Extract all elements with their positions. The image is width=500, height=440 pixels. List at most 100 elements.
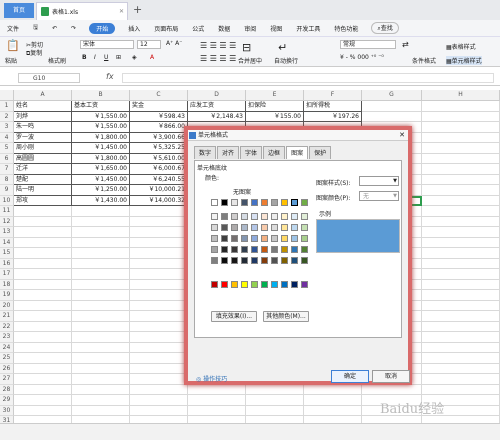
cell-c26[interactable] [130,363,188,374]
color-swatch[interactable] [281,246,288,253]
cell-f30[interactable] [304,405,362,416]
cell-c18[interactable] [130,279,188,290]
cell-h12[interactable] [422,216,500,227]
color-swatch[interactable] [281,224,288,231]
cell-b17[interactable] [72,269,130,280]
column-header-f[interactable]: F [304,90,362,101]
cell-e30[interactable] [246,405,304,416]
merge-center-button[interactable]: 合并居中 [238,56,262,65]
cell-c20[interactable] [130,300,188,311]
color-swatch[interactable] [301,257,308,264]
color-swatch[interactable] [251,224,258,231]
number-format-icons[interactable]: ¥ - % 000 ⁺⁰ ⁻⁰ [340,54,384,61]
cell-b2[interactable]: ￥1,550.00 [72,111,130,122]
color-swatch[interactable] [221,213,228,220]
number-format-select[interactable]: 常规 [340,40,396,49]
color-swatch[interactable] [301,199,308,206]
cell-c12[interactable] [130,216,188,227]
cell-a22[interactable] [14,321,72,332]
cell-a27[interactable] [14,374,72,385]
help-link[interactable]: ◎ 操作技巧 [196,374,227,383]
row-header[interactable]: 23 [0,332,14,343]
color-swatch[interactable] [211,257,218,264]
cell-b9[interactable]: ￥1,250.00 [72,185,130,196]
cell-a15[interactable] [14,248,72,259]
row-header[interactable]: 11 [0,206,14,217]
cell-b24[interactable] [72,342,130,353]
cell-a9[interactable]: 陆一明 [14,185,72,196]
column-header-c[interactable]: C [130,90,188,101]
cell-c28[interactable] [130,384,188,395]
cell-h25[interactable] [422,353,500,364]
cell-a16[interactable] [14,258,72,269]
column-header-h[interactable]: H [422,90,500,101]
cell-e2[interactable]: ￥155.00 [246,111,304,122]
cell-h11[interactable] [422,206,500,217]
menu-features[interactable]: 特色功能 [327,24,365,33]
color-swatch[interactable] [291,257,298,264]
cell-e29[interactable] [246,395,304,406]
cell-b25[interactable] [72,353,130,364]
cell-a18[interactable] [14,279,72,290]
cell-h7[interactable] [422,164,500,175]
cell-a30[interactable] [14,405,72,416]
cell-b13[interactable] [72,227,130,238]
color-swatch[interactable] [291,281,298,288]
color-swatch[interactable] [281,213,288,220]
merge-icon[interactable]: ⊟ [242,41,251,54]
cell-d30[interactable] [188,405,246,416]
row-header[interactable]: 8 [0,174,14,185]
cell-c25[interactable] [130,353,188,364]
column-header-d[interactable]: D [188,90,246,101]
menu-developer[interactable]: 开发工具 [289,24,327,33]
menu-formula[interactable]: 公式 [185,24,211,33]
menu-file[interactable]: 文件 [0,24,26,33]
cell-c22[interactable] [130,321,188,332]
cell-h27[interactable] [422,374,500,385]
color-swatch[interactable] [261,235,268,242]
color-swatch[interactable] [241,224,248,231]
row-header[interactable]: 7 [0,164,14,175]
cell-h5[interactable] [422,143,500,154]
name-box[interactable]: G10 [18,73,80,83]
color-swatch[interactable] [271,257,278,264]
cell-b18[interactable] [72,279,130,290]
tab-alignment[interactable]: 对齐 [217,146,240,159]
color-swatch[interactable] [221,281,228,288]
cell-c14[interactable] [130,237,188,248]
cell-h3[interactable] [422,122,500,133]
cell-c8[interactable]: ￥6,240.55 [130,174,188,185]
cell-a28[interactable] [14,384,72,395]
color-swatch[interactable] [301,213,308,220]
cell-a1[interactable]: 姓名 [14,101,72,112]
cell-a14[interactable] [14,237,72,248]
cell-c13[interactable] [130,227,188,238]
color-swatch[interactable] [261,246,268,253]
color-swatch[interactable] [261,213,268,220]
row-header[interactable]: 12 [0,216,14,227]
cell-h6[interactable] [422,153,500,164]
row-header[interactable]: 27 [0,374,14,385]
color-swatch[interactable] [271,281,278,288]
cell-c19[interactable] [130,290,188,301]
paste-button[interactable]: 粘贴 [5,56,17,65]
cell-c23[interactable] [130,332,188,343]
cell-f1[interactable]: 扣所得税 [304,101,362,112]
cell-h4[interactable] [422,132,500,143]
menu-view[interactable]: 视图 [263,24,289,33]
menu-data[interactable]: 数据 [211,24,237,33]
cell-b23[interactable] [72,332,130,343]
cell-a20[interactable] [14,300,72,311]
color-swatch[interactable] [231,246,238,253]
cell-c1[interactable]: 奖金 [130,101,188,112]
color-swatch[interactable] [271,213,278,220]
cell-h28[interactable] [422,384,500,395]
row-header[interactable]: 10 [0,195,14,206]
cell-b20[interactable] [72,300,130,311]
row-header[interactable]: 2 [0,111,14,122]
close-icon[interactable]: ✕ [399,130,405,141]
pattern-color-select[interactable]: 无 ▼ [359,191,399,201]
row-header[interactable]: 21 [0,311,14,322]
cell-a13[interactable] [14,227,72,238]
row-header[interactable]: 14 [0,237,14,248]
